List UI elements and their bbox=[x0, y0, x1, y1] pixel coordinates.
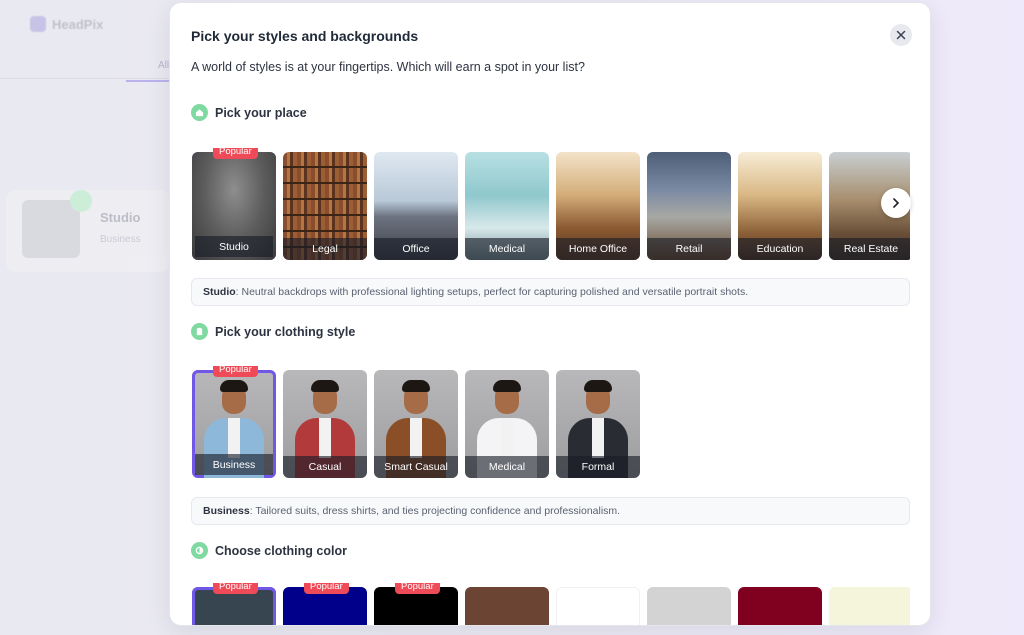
background-card-thumbnail bbox=[22, 200, 80, 258]
place-option-medical[interactable]: Medical bbox=[465, 152, 549, 260]
place-option-label: Real Estate bbox=[829, 238, 910, 260]
clothing-option-label: Smart Casual bbox=[374, 456, 458, 478]
clothing-option-formal[interactable]: Formal bbox=[556, 370, 640, 478]
clothing-option-casual[interactable]: Casual bbox=[283, 370, 367, 478]
place-next-button[interactable] bbox=[881, 188, 911, 218]
clothing-option-label: Medical bbox=[465, 456, 549, 478]
place-option-education[interactable]: Education bbox=[738, 152, 822, 260]
portrait-hair bbox=[402, 380, 430, 392]
place-option-label: Office bbox=[374, 238, 458, 260]
modal-subtitle: A world of styles is at your fingertips.… bbox=[191, 60, 585, 74]
clothing-section-header: Pick your clothing style bbox=[191, 323, 355, 340]
popular-badge: Popular bbox=[213, 583, 258, 594]
background-card: Studio Business bbox=[6, 190, 170, 272]
app-logo: HeadPix bbox=[30, 16, 103, 32]
portrait-hair bbox=[311, 380, 339, 392]
place-option-label: Retail bbox=[647, 238, 731, 260]
home-icon bbox=[191, 104, 208, 121]
background-card-subtitle: Business bbox=[100, 234, 141, 245]
clothing-description-text: : Tailored suits, dress shirts, and ties… bbox=[249, 505, 621, 517]
place-option-office[interactable]: Office bbox=[374, 152, 458, 260]
popular-badge: Popular bbox=[304, 583, 349, 594]
clothing-option-label: Formal bbox=[556, 456, 640, 478]
logo-mark-icon bbox=[30, 16, 46, 32]
logo-text: HeadPix bbox=[52, 16, 104, 32]
portrait-hair bbox=[493, 380, 521, 392]
popular-badge: Popular bbox=[213, 366, 258, 377]
modal-title: Pick your styles and backgrounds bbox=[191, 28, 419, 44]
popular-badge: Popular bbox=[213, 148, 258, 159]
color-swatch[interactable] bbox=[647, 587, 731, 625]
place-option-retail[interactable]: Retail bbox=[647, 152, 731, 260]
portrait-shirt bbox=[501, 418, 513, 458]
place-section-title: Pick your place bbox=[215, 105, 307, 120]
portrait-hair bbox=[220, 380, 248, 392]
popular-badge: Popular bbox=[395, 583, 440, 594]
place-options: Studio Popular Legal Office Medical Home Offi… bbox=[192, 148, 910, 260]
portrait-hair bbox=[584, 380, 612, 392]
place-description-name: Studio bbox=[203, 286, 236, 298]
place-option-label: Education bbox=[738, 238, 822, 260]
place-option-label: Medical bbox=[465, 238, 549, 260]
color-section-title: Choose clothing color bbox=[215, 543, 347, 558]
place-option-label: Studio bbox=[195, 236, 273, 257]
portrait-shirt bbox=[319, 418, 331, 458]
place-option-home-office[interactable]: Home Office bbox=[556, 152, 640, 260]
clothing-description: Business: Tailored suits, dress shirts, … bbox=[191, 497, 910, 525]
place-description: Studio: Neutral backdrops with professio… bbox=[191, 278, 910, 306]
clothing-option-label: Business bbox=[195, 454, 273, 475]
clothing-option-label: Casual bbox=[283, 456, 367, 478]
color-swatch[interactable] bbox=[829, 587, 910, 625]
color-swatch[interactable] bbox=[738, 587, 822, 625]
place-option-legal[interactable]: Legal bbox=[283, 152, 367, 260]
clothing-section-title: Pick your clothing style bbox=[215, 324, 356, 339]
place-option-label: Legal bbox=[283, 238, 367, 260]
clothing-option-business[interactable]: Business bbox=[192, 370, 276, 478]
background-card-title: Studio bbox=[100, 210, 141, 225]
clothing-option-medical[interactable]: Medical bbox=[465, 370, 549, 478]
place-option-label: Home Office bbox=[556, 238, 640, 260]
chevron-right-icon bbox=[893, 198, 900, 208]
clothing-option-smart-casual[interactable]: Smart Casual bbox=[374, 370, 458, 478]
color-swatch[interactable] bbox=[556, 587, 640, 625]
place-option-studio[interactable]: Studio bbox=[192, 152, 276, 260]
place-description-text: : Neutral backdrops with professional li… bbox=[235, 286, 749, 298]
background-divider bbox=[0, 78, 170, 79]
portrait-shirt bbox=[592, 418, 604, 458]
close-icon bbox=[896, 30, 906, 40]
color-options: Popular Popular Popular bbox=[192, 583, 910, 625]
style-picker-modal: Pick your styles and backgrounds A world… bbox=[169, 2, 931, 626]
palette-icon bbox=[191, 542, 208, 559]
clothing-description-name: Business bbox=[203, 505, 250, 517]
clothing-options: Business Popular Casual Smart Casual Medical… bbox=[192, 366, 910, 478]
portrait-shirt bbox=[228, 418, 240, 458]
color-section-header: Choose clothing color bbox=[191, 542, 347, 559]
portrait-shirt bbox=[410, 418, 422, 458]
color-swatch[interactable] bbox=[465, 587, 549, 625]
background-tab: All bbox=[158, 60, 170, 71]
close-button[interactable] bbox=[890, 24, 912, 46]
shirt-icon bbox=[191, 323, 208, 340]
background-tab-indicator bbox=[126, 80, 170, 82]
background-card-badge bbox=[70, 190, 92, 212]
place-section-header: Pick your place bbox=[191, 104, 307, 121]
